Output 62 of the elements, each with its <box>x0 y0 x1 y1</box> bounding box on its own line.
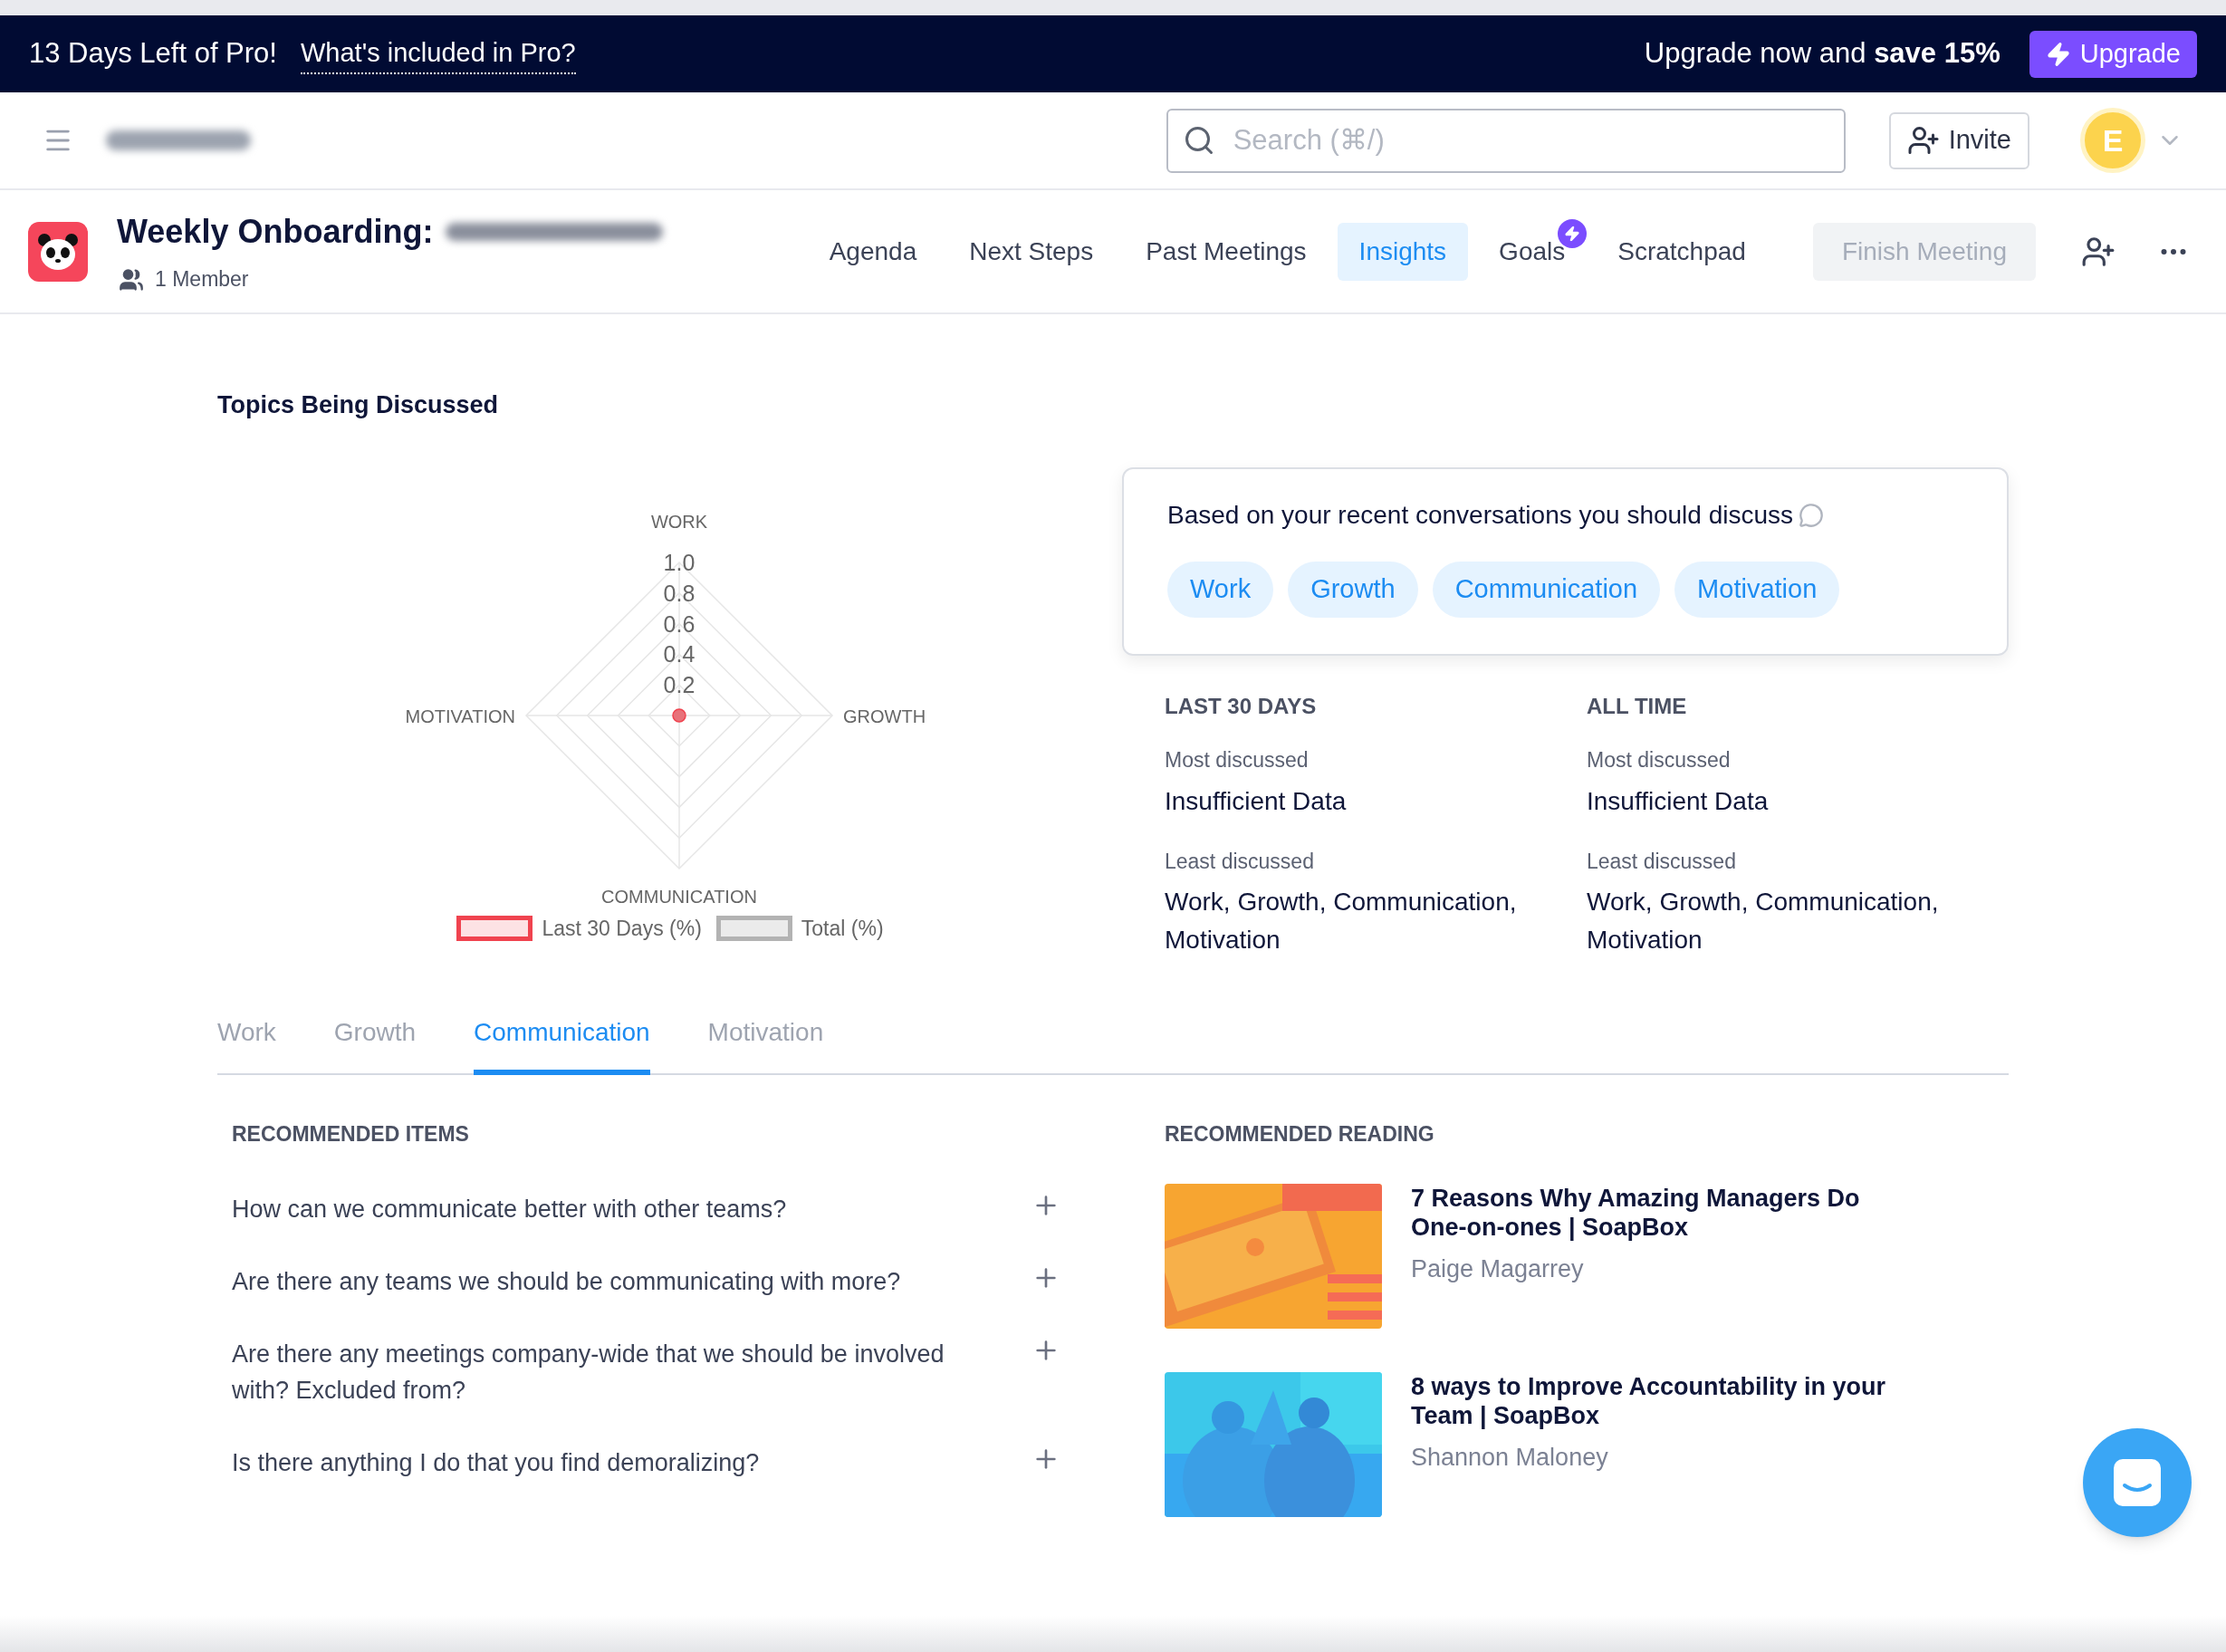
recommended-item: Is there anything I do that you find demoralizing? <box>232 1448 761 1478</box>
stats-heading: LAST 30 DAYS <box>1165 692 1318 720</box>
meeting-tab[interactable]: Goals <box>1477 222 1588 281</box>
tick-label: 1.0 <box>663 549 696 575</box>
legend-label: Last 30 Days (%) <box>542 915 702 942</box>
topic-tab[interactable]: Motivation <box>707 1013 824 1075</box>
people-icon <box>117 266 146 293</box>
topic-tag[interactable]: Work <box>1167 561 1274 618</box>
legend-label: Total (%) <box>801 915 884 942</box>
member-count: 1 Member <box>155 266 249 293</box>
trial-message: 13 Days Left of Pro! <box>29 36 277 72</box>
section-title: Topics Being Discussed <box>217 390 499 420</box>
meeting-title: Weekly Onboarding: <box>117 212 434 253</box>
tick-label: 0.8 <box>663 580 696 606</box>
lightning-icon <box>2045 41 2071 67</box>
article-author: Shannon Maloney <box>1411 1443 1609 1473</box>
article-title[interactable]: 7 Reasons Why Amazing Managers Do One-on-ones | SoapBox <box>1411 1184 1918 1242</box>
meeting-tab[interactable]: Insights <box>1337 222 1469 281</box>
suggestion-text: Based on your recent conversations you should discuss <box>1167 499 1794 531</box>
topic-tab[interactable]: Growth <box>333 1013 417 1075</box>
article-title[interactable]: 8 ways to Improve Accountability in your Team | SoapBox <box>1411 1372 1918 1430</box>
stats-label: Most discussed <box>1165 746 1310 773</box>
topic-tag[interactable]: Communication <box>1432 561 1661 618</box>
stats-value: Work, Growth, Communication, Motivation <box>1587 886 1940 956</box>
stats-value: Insufficient Data <box>1587 786 1770 817</box>
article-author: Paige Magarrey <box>1411 1254 1585 1284</box>
topic-tab[interactable]: Communication <box>474 1013 650 1075</box>
add-person-icon <box>1906 124 1940 157</box>
speech-bubble-icon <box>1799 502 1825 528</box>
stats-label: Least discussed <box>1165 849 1315 875</box>
tick-label: 0.2 <box>663 671 696 697</box>
stats-value: Insufficient Data <box>1165 786 1348 817</box>
axis-label: WORK <box>650 511 708 532</box>
column-heading: RECOMMENDED ITEMS <box>232 1120 469 1148</box>
meeting-tab[interactable]: Agenda <box>807 222 939 281</box>
tick-label: 0.6 <box>663 610 696 637</box>
meeting-tab[interactable]: Scratchpad <box>1596 222 1768 281</box>
stats-value: Work, Growth, Communication, Motivation <box>1165 886 1518 956</box>
stats-label: Most discussed <box>1587 746 1732 773</box>
upgrade-offer: Upgrade now and save 15% <box>1644 36 2001 72</box>
topic-tag[interactable]: Motivation <box>1674 561 1840 618</box>
recommended-item: How can we communicate better with other teams? <box>232 1195 788 1225</box>
chat-icon <box>2111 1456 2164 1509</box>
stats-heading: ALL TIME <box>1587 692 1688 720</box>
panda-icon <box>28 221 88 282</box>
topic-tab[interactable]: Work <box>217 1013 276 1075</box>
axis-label: COMMUNICATION <box>601 886 757 907</box>
search-field[interactable]: Search (⌘/) <box>1166 108 1846 173</box>
upgrade-button[interactable]: Upgrade <box>2029 30 2197 78</box>
data-point <box>672 707 686 723</box>
recommended-item: Are there any meetings company-wide that we should be involved with? Excluded from? <box>232 1340 945 1406</box>
stats-label: Least discussed <box>1587 849 1737 875</box>
meeting-tab[interactable]: Past Meetings <box>1124 222 1329 281</box>
axis-label: GROWTH <box>843 706 926 726</box>
recommended-item: Are there any teams we should be communicating with more? <box>232 1267 902 1297</box>
meeting-tab[interactable]: Next Steps <box>947 222 1116 281</box>
column-heading: RECOMMENDED READING <box>1165 1120 1434 1148</box>
axis-label: MOTIVATION <box>405 706 515 726</box>
pro-features-link[interactable]: What's included in Pro? <box>301 33 576 75</box>
tick-label: 0.4 <box>663 640 696 667</box>
invite-button[interactable]: Invite <box>1888 111 2029 169</box>
topic-tag[interactable]: Growth <box>1288 561 1418 618</box>
